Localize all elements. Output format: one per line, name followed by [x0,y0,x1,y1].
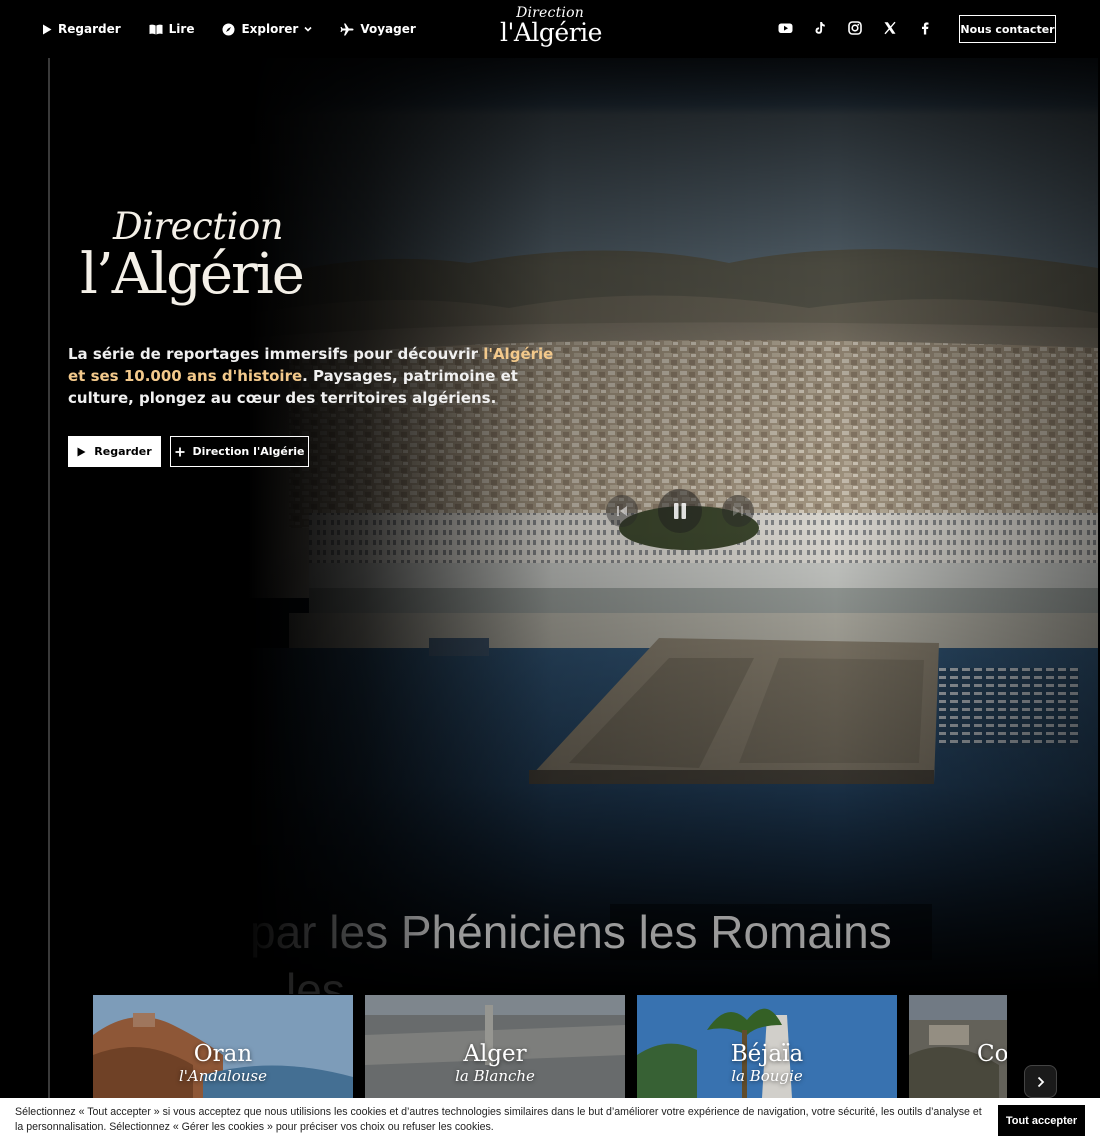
direction-button[interactable]: Direction l'Algérie [170,436,309,467]
airplane-icon [340,23,354,35]
logo-line-2: l'Algérie [500,18,602,47]
pause-button[interactable] [658,489,702,533]
top-navigation: Regarder Lire Explorer Voyager Direction… [0,0,1100,58]
city-card-alger[interactable]: Alger la Blanche [365,995,625,1098]
next-video-button[interactable] [722,495,754,527]
city-card-constantine[interactable]: Co [909,995,1007,1098]
facebook-icon[interactable] [918,20,932,35]
hero-description: La série de reportages immersifs pour dé… [68,343,558,409]
play-icon [77,447,86,456]
city-card-subtitle: la Blanche [455,1067,535,1085]
watch-button[interactable]: Regarder [68,436,161,467]
hero-ticker: par les Phéniciens les Romains [0,902,1100,962]
compass-icon [222,23,235,35]
hero-logo: Direction l’Algérie [80,208,310,303]
carousel-next-button[interactable] [1024,1065,1057,1098]
chevron-down-icon [304,26,312,32]
city-card-title: Oran [193,1041,253,1067]
city-card-title: Alger [463,1041,527,1067]
city-carousel: Oran l'Andalouse Alger la Blanche Béjaïa… [93,995,1007,1098]
accept-all-button[interactable]: Tout accepter [998,1105,1085,1136]
social-links [778,20,932,35]
tiktok-icon[interactable] [813,20,827,34]
city-card-title: Béjaïa [730,1041,804,1067]
cookie-banner: Sélectionnez « Tout accepter » si vous a… [0,1098,1100,1146]
chevron-right-icon [1037,1076,1044,1087]
city-card-bejaia[interactable]: Béjaïa la Bougie [637,995,897,1098]
youtube-icon[interactable] [778,20,793,34]
instagram-icon[interactable] [848,20,862,35]
hero-logo-line-2: l’Algérie [80,242,305,307]
city-card-oran[interactable]: Oran l'Andalouse [93,995,353,1098]
book-icon [149,24,163,34]
nav-watch[interactable]: Regarder [42,22,121,36]
nav-read-label: Lire [168,22,195,36]
nav-read[interactable]: Lire [149,22,195,36]
city-card-subtitle: la Bougie [731,1067,803,1085]
nav-watch-label: Regarder [58,22,121,36]
ticker-text-next: les [286,964,345,994]
nav-travel-label: Voyager [360,22,416,36]
city-card-title: Co [977,1041,1007,1067]
direction-button-label: Direction l'Algérie [192,445,305,458]
plus-icon [175,447,185,456]
nav-explore-label: Explorer [241,22,299,36]
city-card-subtitle: l'Andalouse [178,1067,268,1085]
hero-text-start: La série de reportages immersifs pour dé… [68,345,484,363]
skip-back-icon [617,506,627,516]
previous-button[interactable] [606,495,638,527]
watch-button-label: Regarder [94,445,152,458]
play-icon [43,24,52,34]
nav-explore[interactable]: Explorer [222,22,312,36]
nav-travel[interactable]: Voyager [340,22,416,36]
ticker-text: par les Phéniciens les Romains [250,906,892,958]
cookie-text: Sélectionnez « Tout accepter » si vous a… [15,1106,982,1133]
x-icon[interactable] [883,20,897,35]
hero-actions: Regarder Direction l'Algérie [68,436,309,467]
video-controls [606,489,754,533]
hero-logo-line-1: Direction [112,205,284,248]
skip-forward-icon [733,506,743,516]
contact-button[interactable]: Nous contacter [959,15,1056,43]
main-nav: Regarder Lire Explorer Voyager [42,22,416,36]
pause-icon [674,503,686,519]
site-logo[interactable]: Direction l'Algérie [500,6,602,47]
